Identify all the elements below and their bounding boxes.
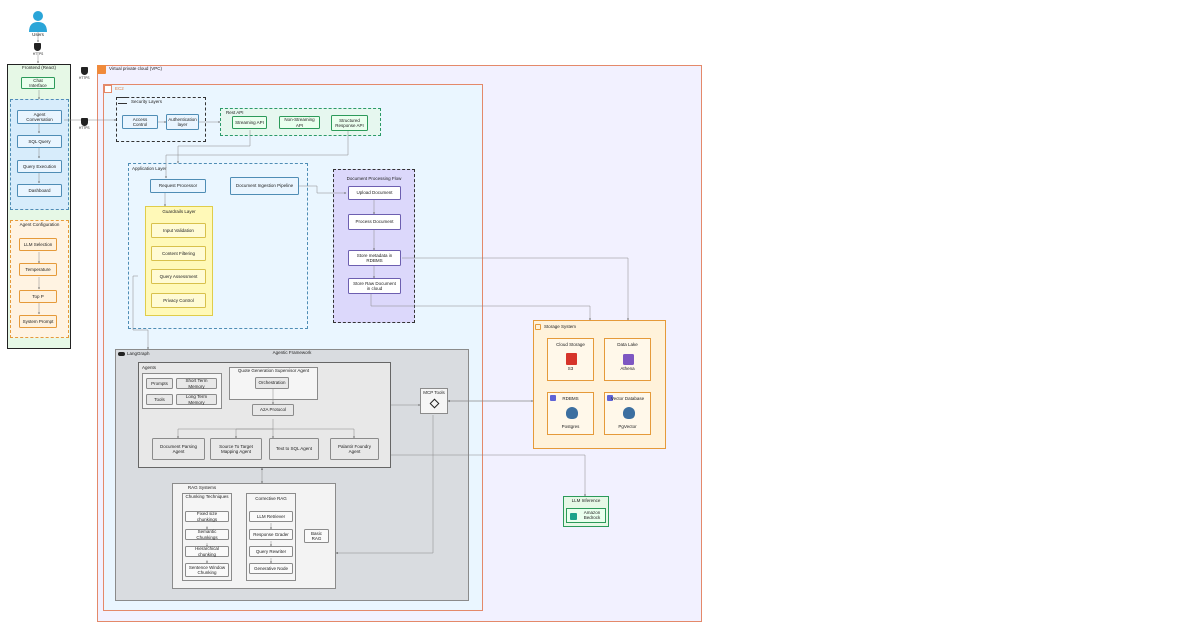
sentence-window-chunking-node: Sentence Window Chunking: [185, 563, 229, 577]
rdbms-title: RDBMS: [562, 396, 579, 401]
tools-node: Tools: [146, 394, 173, 405]
response-grader-node: Response Grader: [249, 529, 293, 540]
connector-layer: [37, 31, 629, 564]
vector-db-sub: PgVector: [618, 424, 637, 429]
mcp-icon: [429, 398, 440, 409]
llm-selection-node: LLM Selection: [19, 238, 57, 251]
vector-db-card: Vector Database PgVector: [604, 392, 651, 435]
a2a-protocol-node: A2A Protocol: [252, 404, 294, 416]
semantic-chunking-node: Semantic Chunkings: [185, 529, 229, 540]
users-icon: [28, 10, 48, 32]
query-assessment-node: Query Assessment: [151, 269, 206, 284]
amazon-bedrock-node: Amazon Bedrock: [566, 508, 606, 523]
rdbms-card: RDBMS Postgres: [547, 392, 594, 435]
long-term-memory-node: Long Term Memory: [176, 394, 217, 405]
short-term-memory-node: Short Term Memory: [176, 378, 217, 389]
non-streaming-api-node: Non-Streaming API: [279, 116, 320, 129]
orchestration-node: Orchestration: [255, 377, 289, 389]
input-validation-node: Input Validation: [151, 223, 206, 238]
vpc-https-label: HTTPS: [79, 76, 90, 80]
query-rewriter-node: Query Rewriter: [249, 546, 293, 557]
rdbms-sub: Postgres: [561, 424, 580, 429]
athena-icon: [623, 354, 634, 365]
streaming-api-node: Streaming API: [232, 116, 267, 129]
temperature-node: Temperature: [19, 263, 57, 276]
frontend-https-label: HTTPS: [79, 126, 90, 130]
llm-retriever-node: LLM Retriever: [249, 511, 293, 522]
structured-response-api-node: Structured Response API: [331, 115, 368, 131]
privacy-control-node: Privacy Control: [151, 293, 206, 308]
access-control-node: Access Control: [122, 115, 158, 129]
authentication-layer-node: Authentication layer: [166, 114, 199, 130]
chat-interface-node: Chat Interface: [21, 77, 55, 89]
mcp-tools-node: MCP Tools: [420, 388, 448, 414]
shield-icon: [81, 118, 88, 126]
pgvector-icon: [623, 407, 635, 419]
palantir-foundry-agent-node: Palantir Foundry Agent: [330, 438, 379, 460]
query-execution-node: Query Execution: [17, 160, 62, 173]
shield-icon: [34, 43, 41, 51]
sql-query-node: SQL Query: [17, 135, 62, 148]
bedrock-icon: [570, 513, 577, 520]
store-metadata-node: Store metadata in RDBMS: [348, 250, 401, 266]
store-raw-document-node: Store Raw Document in cloud: [348, 278, 401, 294]
data-lake-title: Data Lake: [617, 342, 638, 347]
request-processor-node: Request Processor: [150, 179, 206, 193]
users-label: Users: [32, 32, 44, 37]
cloud-storage-sub: S3: [567, 366, 574, 371]
document-ingestion-node: Document Ingestion Pipeline: [230, 177, 299, 195]
amazon-bedrock-label: Amazon Bedrock: [583, 510, 601, 520]
data-lake-sub: Athena: [620, 366, 635, 371]
fixed-size-chunking-node: Fixed size chunkings: [185, 511, 229, 522]
cloud-storage-card: Cloud Storage S3: [547, 338, 594, 381]
content-filtering-node: Content Filtering: [151, 246, 206, 261]
system-prompt-node: System Prompt: [19, 315, 57, 328]
top-p-node: Top P: [19, 290, 57, 303]
generative-node: Generative Node: [249, 563, 293, 574]
hierarchical-chunking-node: Hierarchical chunking: [185, 546, 229, 557]
dashboard-node: Dashboard: [17, 184, 62, 197]
mcp-tools-label: MCP Tools: [423, 390, 445, 395]
postgres-icon: [566, 407, 578, 419]
basic-rag-node: Basic RAG: [304, 529, 329, 543]
s3-bucket-icon: [566, 353, 577, 365]
vector-db-title: Vector Database: [610, 396, 645, 401]
users-https-label: HTTPS: [32, 52, 44, 56]
shield-icon: [81, 67, 88, 75]
upload-document-node: Upload Document: [348, 186, 401, 200]
agent-conversation-node: Agent Conversation: [17, 110, 62, 124]
data-lake-card: Data Lake Athena: [604, 338, 651, 381]
document-parsing-agent-node: Document Parsing Agent: [152, 438, 205, 460]
text-to-sql-agent-node: Text to SQL Agent: [269, 438, 319, 460]
cloud-storage-title: Cloud Storage: [556, 342, 585, 347]
process-document-node: Process Document: [348, 214, 401, 230]
source-target-mapping-agent-node: Source To Target Mapping Agent: [210, 438, 262, 460]
prompts-node: Prompts: [146, 378, 173, 389]
